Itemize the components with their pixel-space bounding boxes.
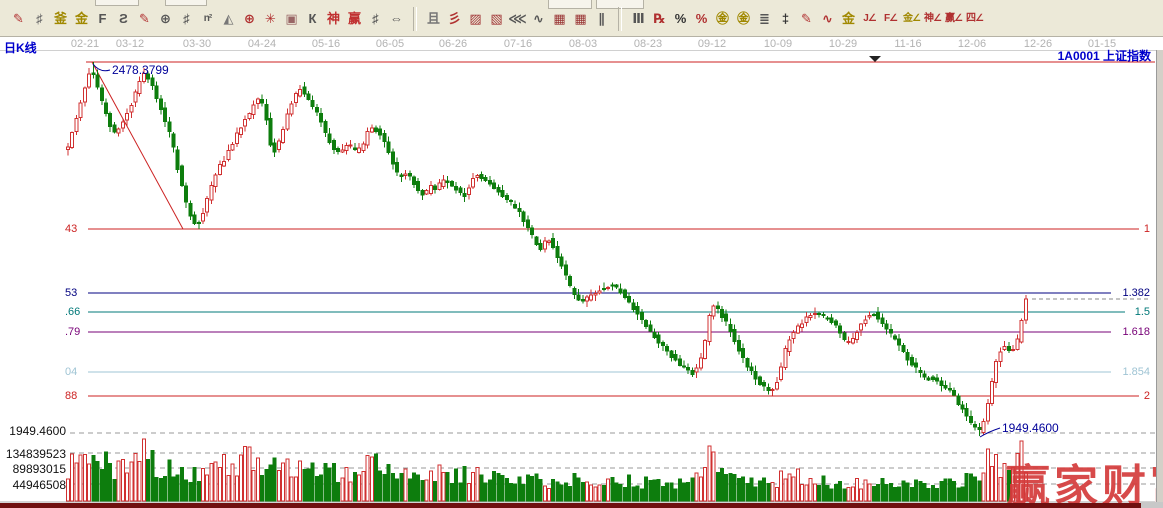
fib-left-label: .66: [65, 306, 81, 318]
chart-period-label[interactable]: 日K线: [4, 39, 37, 56]
fib-ratio-label: 1.382: [1122, 287, 1150, 299]
fib-ratio-label: 1.854: [1122, 366, 1150, 378]
window-bottom-border: [0, 503, 1141, 508]
volume-axis-label: 89893015: [12, 462, 66, 476]
price-low-axis-label: 1949.4600: [9, 424, 66, 438]
stock-app-window: ✎ ♯ 釜金 F Ƨ ✎ ⊕ ♯ n² ◭ ⊕ ✳ ▣ К 神赢 ♯ ⇔ 且彡 ▨ ▧ ⋘ ∿ ▦ ▦ ∥ Ⅲ ℞%% ㊎㊎ ≣ ‡ ✎ ∿ 金…: [0, 0, 1163, 508]
kline-chart-canvas[interactable]: [0, 0, 1163, 508]
fib-ratio-label: 2: [1143, 390, 1150, 402]
volume-axis-label: 44946508: [12, 478, 66, 492]
fib-ratio-label: 1.618: [1122, 326, 1150, 338]
volume-axis-label: 134839523: [5, 447, 66, 461]
fib-left-label: 88: [65, 390, 78, 402]
fib-ratio-label: 1: [1143, 223, 1150, 235]
site-watermark: 赢家财富网: [1006, 461, 1163, 508]
low-price-annotation: 1949.4600: [1002, 421, 1059, 435]
peak-price-annotation: 2478.3799: [112, 63, 169, 77]
fib-left-label: 43: [65, 223, 78, 235]
fib-left-label: 53: [65, 287, 78, 299]
window-corner: [1141, 502, 1163, 508]
fib-left-label: .79: [65, 326, 81, 338]
fib-left-label: 04: [65, 366, 78, 378]
window-right-border: [1156, 50, 1163, 508]
symbol-title: 1A0001 上证指数: [1057, 49, 1151, 63]
fib-ratio-label: 1.5: [1134, 306, 1150, 318]
